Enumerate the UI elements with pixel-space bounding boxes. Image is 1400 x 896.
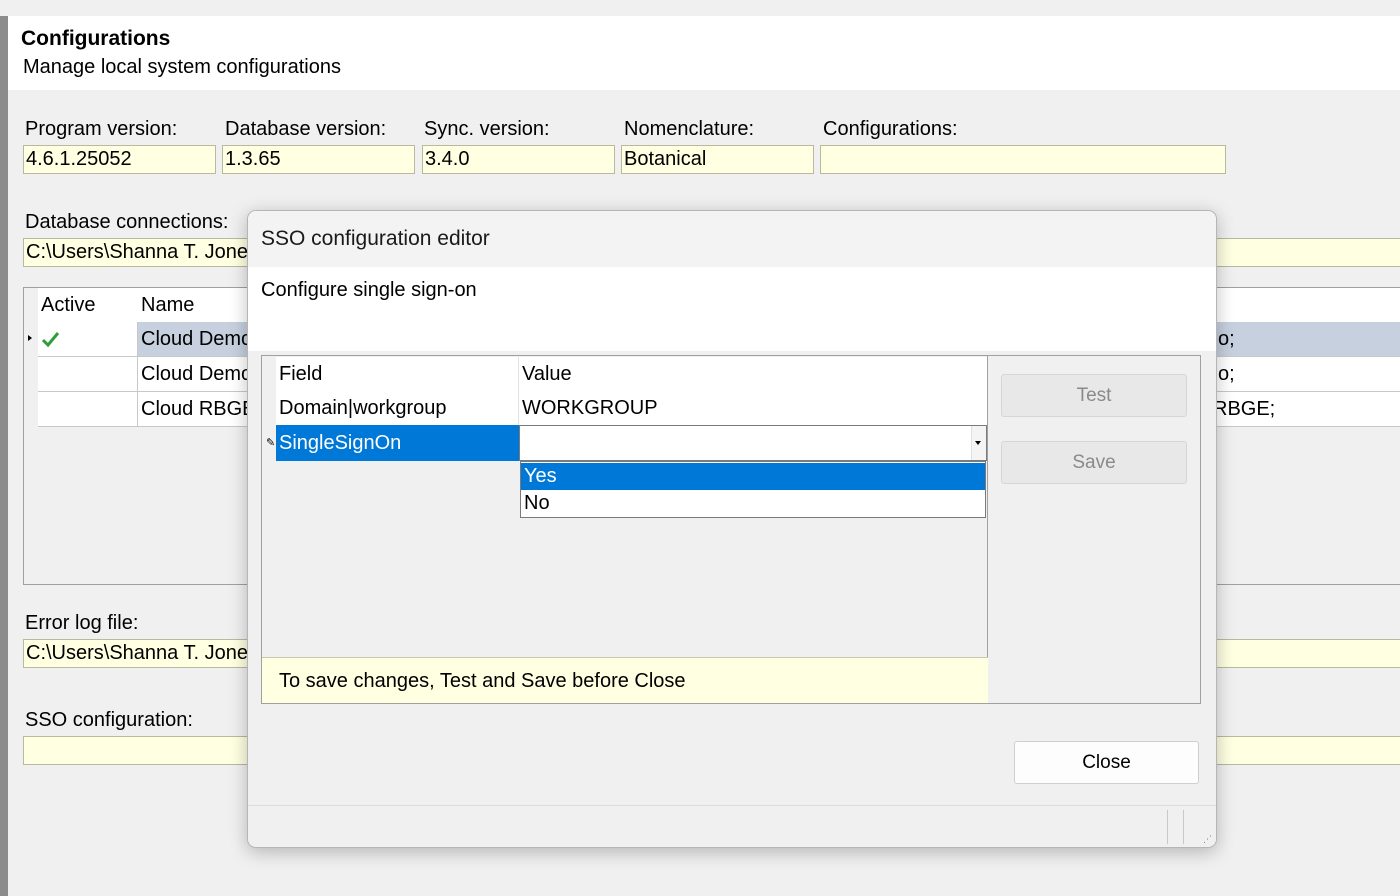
dialog-title: SSO configuration editor <box>261 227 490 250</box>
connection-string-tail: o; <box>1218 328 1235 350</box>
dialog-titlebar[interactable]: SSO configuration editor <box>248 211 1216 267</box>
test-button[interactable]: Test <box>1001 374 1187 417</box>
current-row-indicator-icon <box>28 335 32 341</box>
configurations-field[interactable] <box>820 145 1226 174</box>
connection-string-tail: o; <box>1218 363 1235 385</box>
sync-version-field[interactable]: 3.4.0 <box>422 145 615 174</box>
nomenclature-field[interactable]: Botanical <box>621 145 814 174</box>
connection-string-tail: RBGE; <box>1213 398 1276 420</box>
dialog-description: Configure single sign-on <box>261 279 477 301</box>
edit-pencil-icon: ✎ <box>266 437 276 449</box>
database-version-label: Database version: <box>225 118 387 140</box>
database-version-field[interactable]: 1.3.65 <box>222 145 415 174</box>
dropdown-option-no[interactable]: No <box>521 490 985 517</box>
column-header-active[interactable]: Active <box>38 288 138 322</box>
error-log-label: Error log file: <box>25 612 139 634</box>
status-divider <box>1183 810 1184 844</box>
sso-configuration-label: SSO configuration: <box>25 709 193 731</box>
name-text: Cloud Demo <box>141 328 253 350</box>
configurations-label: Configurations: <box>823 118 958 140</box>
check-icon <box>41 332 60 348</box>
name-text: Cloud Demo <box>141 363 253 385</box>
column-header-value[interactable]: Value <box>519 357 987 391</box>
dropdown-option-yes[interactable]: Yes <box>521 463 985 490</box>
singlesignon-dropdown-list: Yes No <box>520 461 986 518</box>
grid-header-row: Field Value <box>276 357 987 391</box>
resize-grip-icon[interactable]: ⋰ <box>1203 834 1212 845</box>
nomenclature-label: Nomenclature: <box>624 118 755 140</box>
value-cell[interactable]: WORKGROUP <box>519 391 987 425</box>
page-header: Configurations Manage local system confi… <box>8 16 1400 90</box>
save-button[interactable]: Save <box>1001 441 1187 484</box>
active-cell[interactable] <box>38 322 138 357</box>
sync-version-label: Sync. version: <box>424 118 550 140</box>
active-cell[interactable] <box>38 357 138 392</box>
program-version-label: Program version: <box>25 118 178 140</box>
left-border <box>0 16 8 896</box>
name-text: Cloud RBGE <box>141 398 256 420</box>
dialog-description-area: Configure single sign-on <box>248 267 1216 351</box>
sso-settings-panel: Field Value Domain|workgroup WORKGROUP ✎… <box>261 355 1201 704</box>
status-divider <box>1167 810 1168 844</box>
page-title: Configurations <box>21 27 171 50</box>
active-cell[interactable] <box>38 392 138 427</box>
singlesignon-combobox[interactable] <box>519 425 987 461</box>
save-hint: To save changes, Test and Save before Cl… <box>262 657 988 703</box>
table-row[interactable]: Domain|workgroup WORKGROUP <box>276 391 987 425</box>
field-cell[interactable]: Domain|workgroup <box>276 391 519 425</box>
sso-configuration-editor-dialog: SSO configuration editor Configure singl… <box>247 210 1217 848</box>
close-button[interactable]: Close <box>1014 741 1199 784</box>
top-strip <box>0 0 1400 16</box>
program-version-field[interactable]: 4.6.1.25052 <box>23 145 216 174</box>
dialog-status-bar: ⋰ <box>248 805 1216 847</box>
database-connections-label: Database connections: <box>25 211 229 233</box>
page-subtitle: Manage local system configurations <box>23 56 341 78</box>
table-row[interactable]: SingleSignOn <box>276 425 987 461</box>
chevron-down-icon <box>975 441 981 445</box>
combobox-dropdown-button[interactable] <box>971 426 986 460</box>
column-header-field[interactable]: Field <box>276 357 519 391</box>
field-cell-selected[interactable]: SingleSignOn <box>276 425 519 461</box>
